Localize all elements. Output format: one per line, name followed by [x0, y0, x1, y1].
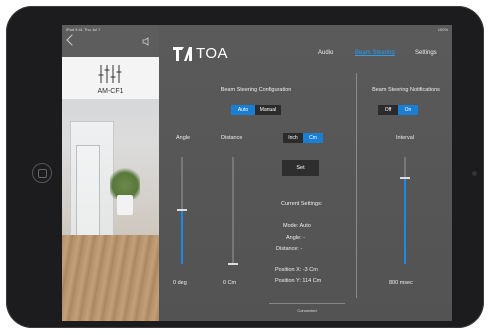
section-divider: [356, 73, 357, 298]
tab-settings[interactable]: Settings: [415, 50, 437, 56]
set-button[interactable]: Set: [282, 160, 319, 176]
speaker-icon[interactable]: [142, 37, 151, 46]
distance-value: 0 Cm: [223, 280, 237, 286]
mode-segmented-control: Auto Manual: [231, 105, 281, 115]
mixer-faders-icon: [98, 65, 122, 83]
angle-value: 0 deg: [173, 280, 187, 286]
position-y: Position Y: 114 Cm: [275, 278, 322, 284]
unit-inch-button[interactable]: Inch: [283, 133, 303, 143]
device-name: AM-CF1: [97, 88, 124, 95]
app-screen: iPad 9:41 Thu Jul 7 100% AM-CF1 TOA Audi…: [62, 25, 452, 321]
angle-slider-track[interactable]: [177, 157, 187, 264]
sidebar: AM-CF1: [62, 25, 159, 321]
interval-slider-track[interactable]: [400, 157, 410, 264]
device-card[interactable]: AM-CF1: [62, 57, 159, 99]
status-battery: 100%: [437, 27, 448, 32]
interval-slider-thumb[interactable]: [400, 177, 410, 179]
angle-slider-fill: [181, 210, 183, 264]
interval-value: 800 msec: [389, 280, 413, 286]
back-chevron-icon[interactable]: [66, 34, 78, 46]
unit-cm-button[interactable]: Cm: [303, 133, 323, 143]
home-button[interactable]: [32, 163, 52, 183]
notifications-off-button[interactable]: Off: [378, 105, 398, 115]
angle-slider-thumb[interactable]: [177, 209, 187, 211]
distance-label: Distance: [221, 135, 243, 141]
tab-audio[interactable]: Audio: [318, 50, 333, 56]
toa-logo-icon: [173, 47, 192, 61]
plant-pot-image: [117, 195, 133, 215]
distance-slider-thumb[interactable]: [228, 263, 238, 265]
status-bar: iPad 9:41 Thu Jul 7 100%: [62, 25, 452, 33]
main-panel: TOA Audio Beam Steering Settings Beam St…: [159, 25, 452, 321]
plant-image: [110, 165, 140, 199]
config-title: Beam Steering Configuration: [220, 87, 292, 93]
interval-label: Interval: [396, 135, 415, 141]
mode-auto-button[interactable]: Auto: [231, 105, 255, 115]
connection-status: Connected: [297, 308, 317, 313]
notifications-title: Beam Steering Notifications: [372, 87, 440, 93]
brand-name: TOA: [196, 44, 229, 62]
interval-slider-fill: [404, 178, 406, 264]
current-settings-heading: Current Settings:: [281, 201, 323, 207]
current-distance: Distance: -: [276, 246, 303, 252]
distance-slider-track[interactable]: [228, 157, 238, 265]
position-x: Position X: -3 Cm: [275, 267, 318, 273]
current-mode: Mode: Auto: [283, 223, 311, 229]
unit-segmented-control: Inch Cm: [283, 133, 323, 143]
floor-image: [62, 235, 159, 321]
current-angle: Angle: -: [286, 235, 305, 241]
brand-logo: TOA: [173, 44, 228, 62]
mode-manual-button[interactable]: Manual: [255, 105, 281, 115]
camera-dot: [472, 171, 477, 176]
tab-beam-steering[interactable]: Beam Steering: [355, 50, 395, 56]
status-time: iPad 9:41 Thu Jul 7: [66, 27, 101, 32]
notifications-segmented-control: Off On: [378, 105, 418, 115]
angle-label: Angle: [176, 135, 191, 141]
notifications-on-button[interactable]: On: [398, 105, 418, 115]
footer-divider: [269, 303, 345, 304]
